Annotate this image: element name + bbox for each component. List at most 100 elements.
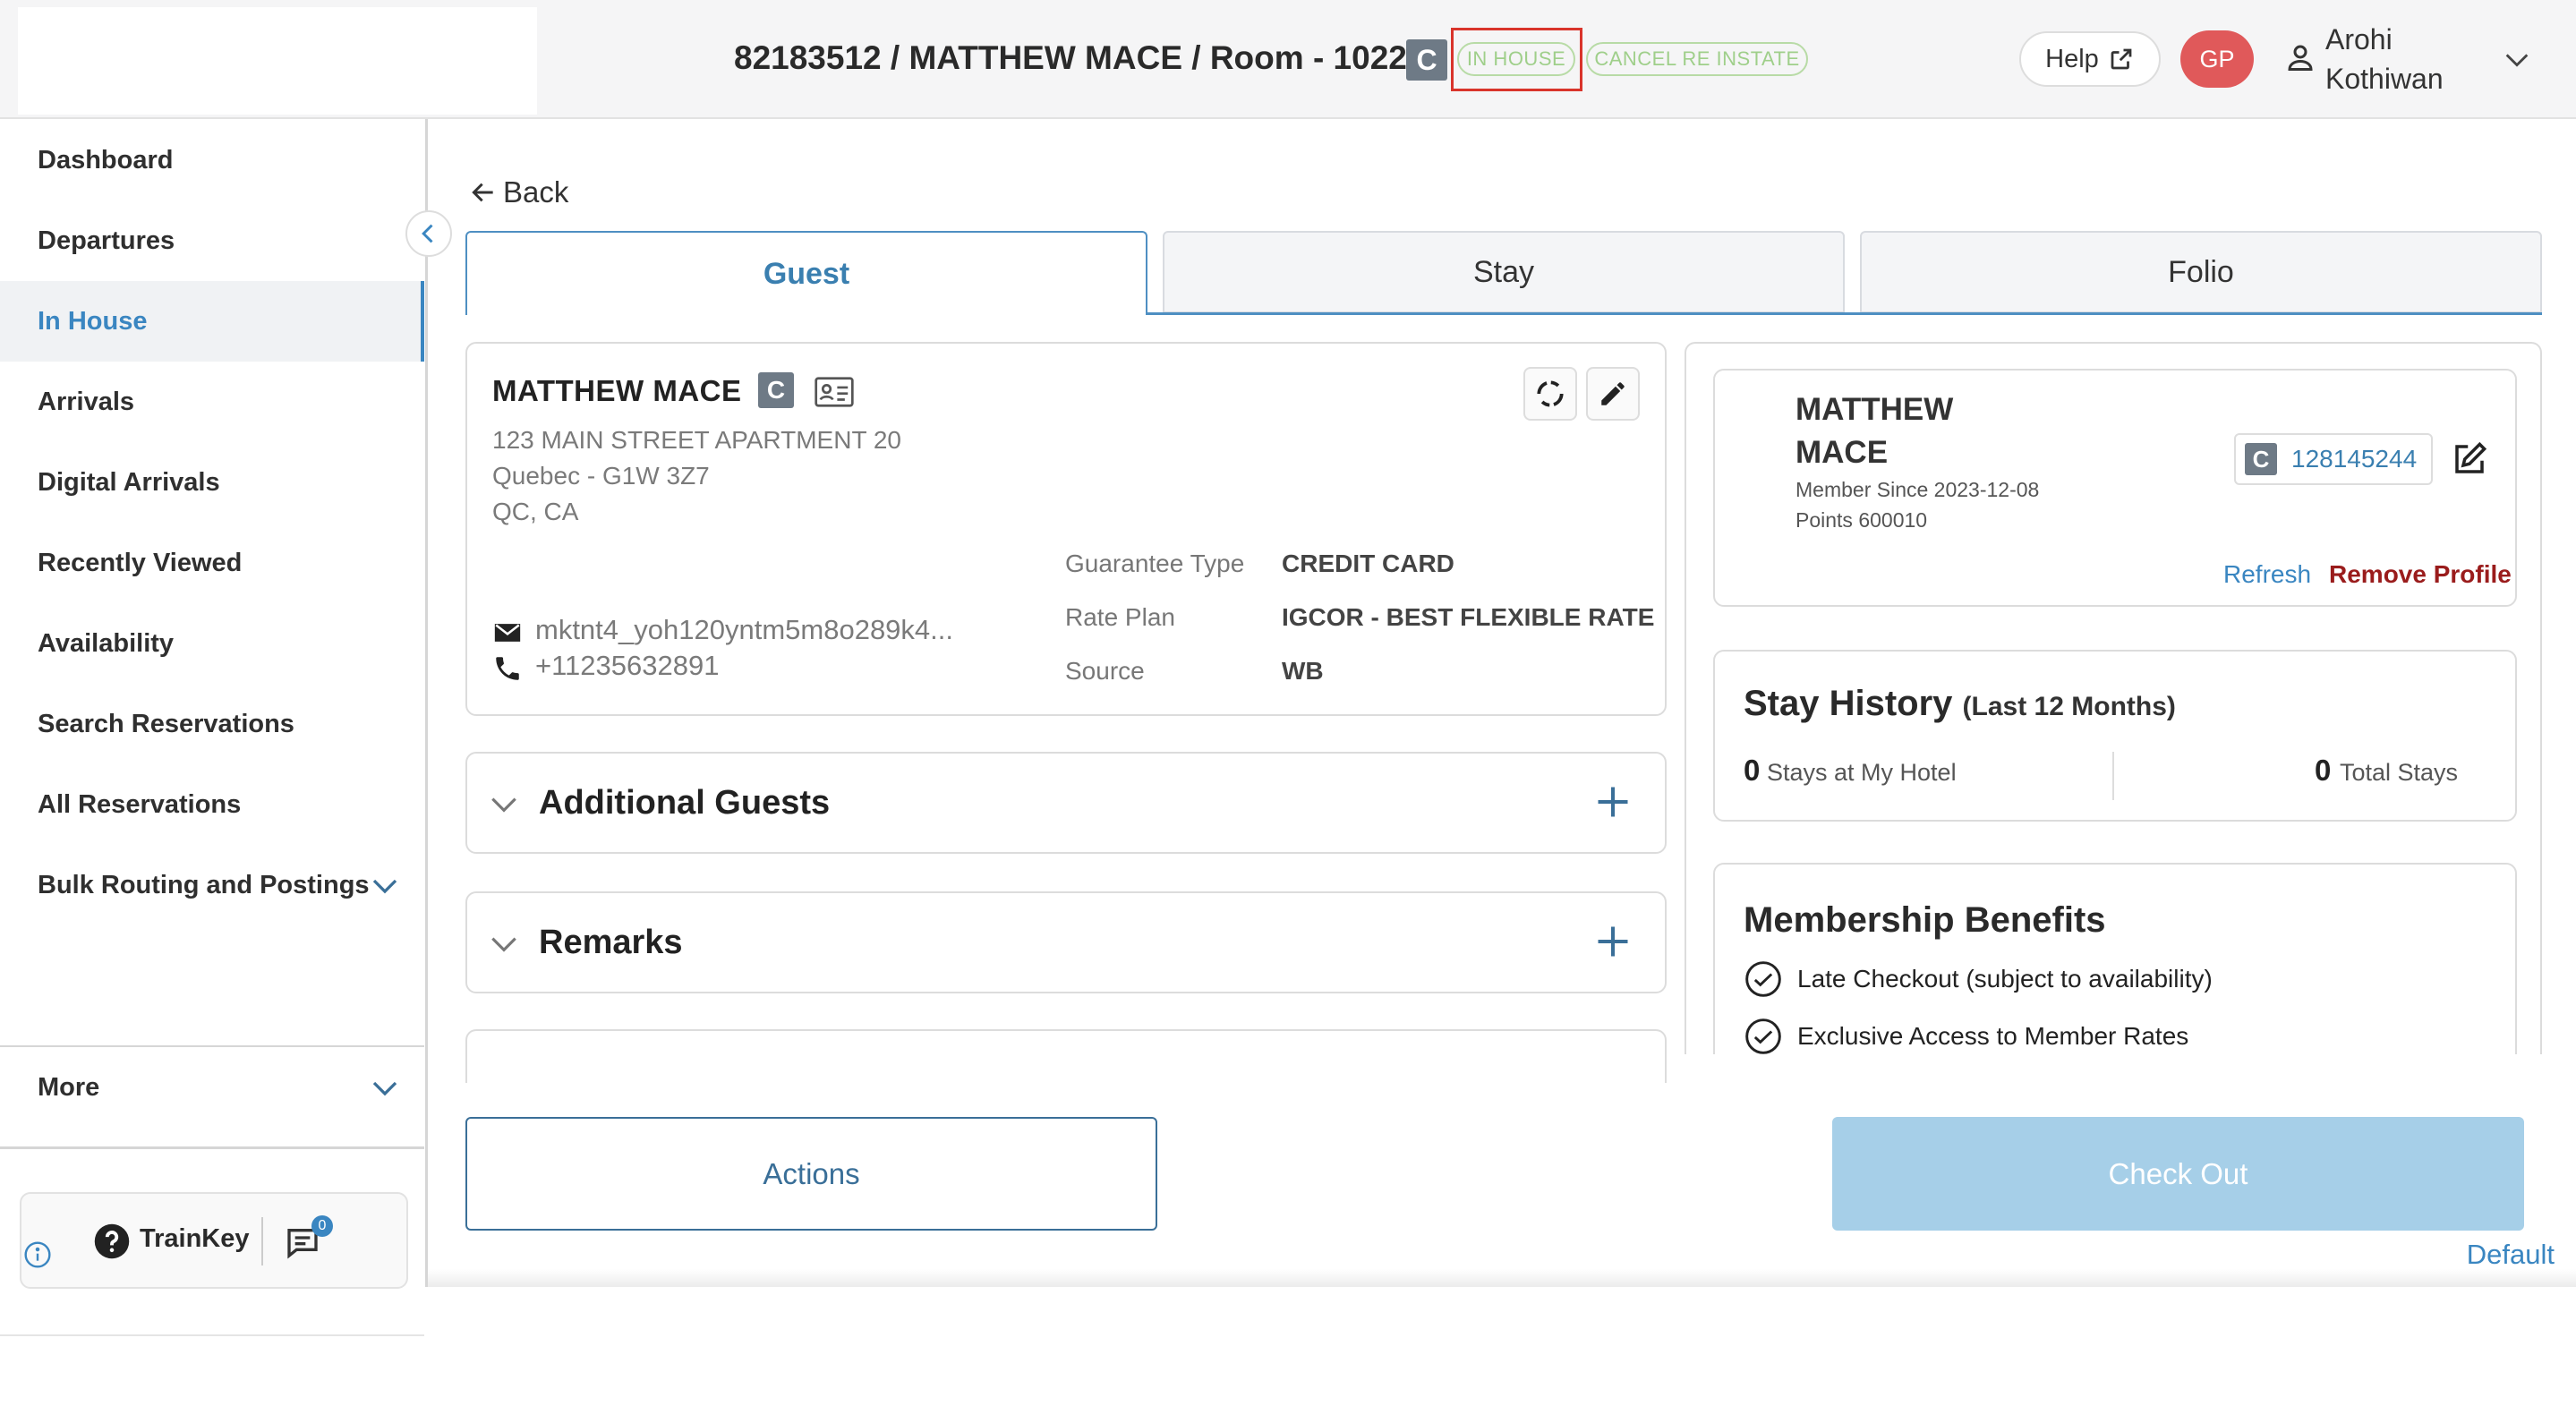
member-number[interactable]: 128145244 [2291, 445, 2417, 473]
benefits-title: Membership Benefits [1744, 900, 2106, 940]
remarks-accordion[interactable]: Remarks [465, 891, 1667, 993]
sidebar-item-arrivals[interactable]: Arrivals [0, 362, 424, 442]
membership-benefits-card: Membership Benefits Late Checkout (subje… [1713, 863, 2517, 1054]
message-count-badge: 0 [311, 1215, 333, 1237]
help-label: Help [2045, 44, 2099, 73]
profile-default-link[interactable]: Default [2467, 1239, 2555, 1271]
tab-guest[interactable]: Guest [465, 231, 1147, 315]
sidebar-item-label: Departures [38, 226, 175, 255]
member-points: Points 600010 [1796, 508, 1928, 532]
address-line: QC, CA [492, 498, 579, 525]
stay-history-title: Stay History (Last 12 Months) [1744, 684, 2176, 724]
id-card-icon[interactable] [815, 376, 854, 408]
tab-underline [1146, 312, 2542, 315]
benefit-item: Exclusive Access to Member Rates [1797, 1022, 2189, 1050]
detail-label: Rate Plan [1065, 603, 1175, 631]
check-circle-icon [1745, 1018, 1781, 1054]
guest-email: mktnt4_yoh120yntm5m8o289k4... [535, 614, 953, 645]
collapse-sidebar-button[interactable] [405, 210, 452, 257]
sidebar-item-in-house[interactable]: In House [0, 281, 424, 362]
stay-history-heading: Stay History [1744, 684, 1953, 723]
status-badge-in-house: IN HOUSE [1457, 42, 1575, 76]
additional-guests-accordion[interactable]: Additional Guests [465, 752, 1667, 854]
detail-value: IGCOR - BEST FLEXIBLE RATE [1282, 603, 1655, 631]
accordion-label: Remarks [539, 924, 683, 961]
sidebar-item-availability[interactable]: Availability [0, 603, 424, 684]
stay-history-card: Stay History (Last 12 Months) 0 Stays at… [1713, 650, 2517, 822]
trainkey-button[interactable]: TrainKey [140, 1224, 250, 1254]
sidebar-item-all-reservations[interactable]: All Reservations [0, 764, 424, 845]
chevron-left-icon [422, 224, 433, 243]
sidebar-item-label: Search Reservations [38, 709, 294, 738]
sidebar-footer [0, 1334, 424, 1406]
accordion-label: Additional Guests [539, 784, 831, 822]
total-stays-label: Total Stays [2340, 759, 2459, 786]
back-label: Back [503, 175, 569, 209]
sidebar-item-label: Availability [38, 628, 175, 658]
loyalty-brand-icon: C [2245, 443, 2277, 475]
status-badge-cancel-reinstate[interactable]: CANCEL RE INSTATE [1586, 42, 1808, 76]
guest-name: MATTHEW MACE [492, 374, 742, 407]
tab-stay[interactable]: Stay [1163, 231, 1845, 313]
divider [0, 1146, 424, 1149]
phone-icon [496, 657, 519, 680]
member-name: MATTHEW MACE [1796, 392, 1954, 470]
sidebar-item-dashboard[interactable]: Dashboard [0, 120, 424, 200]
check-out-button[interactable]: Check Out [1832, 1117, 2524, 1231]
plus-icon[interactable] [1593, 782, 1633, 822]
question-icon[interactable] [93, 1223, 131, 1260]
pencil-icon [1601, 382, 1625, 405]
reservation-title: 82183512 / MATTHEW MACE / Room - 1022 [734, 39, 1407, 76]
benefit-item: Late Checkout (subject to availability) [1797, 965, 2213, 993]
sidebar-item-label: Digital Arrivals [38, 467, 220, 497]
guest-profile-card: MATTHEW MACE C 123 MAIN STREET APARTMENT… [465, 342, 1667, 716]
check-circle-icon [1745, 961, 1781, 997]
detail-label: Source [1065, 657, 1145, 685]
sidebar-item-recently-viewed[interactable]: Recently Viewed [0, 523, 424, 603]
plus-icon[interactable] [1593, 922, 1633, 961]
user-icon [2288, 45, 2313, 71]
address-line: 123 MAIN STREET APARTMENT 20 [492, 426, 901, 454]
loyalty-panel: MATTHEW MACE Member Since 2023-12-08 Poi… [1685, 342, 2542, 1054]
stay-history-subtitle: (Last 12 Months) [1962, 692, 2176, 721]
membership-card: MATTHEW MACE Member Since 2023-12-08 Poi… [1713, 369, 2517, 607]
tab-folio[interactable]: Folio [1860, 231, 2542, 313]
tab-label: Stay [1472, 254, 1535, 289]
chevron-down-icon [372, 879, 397, 894]
actions-button[interactable]: Actions [465, 1117, 1157, 1231]
hotel-logo [18, 7, 537, 115]
sidebar-item-label: Arrivals [38, 387, 135, 416]
refresh-link[interactable]: Refresh [2223, 560, 2311, 589]
guest-phone: +11235632891 [535, 650, 720, 681]
member-number-box: C 128145244 [2234, 433, 2433, 485]
top-header: 82183512 / MATTHEW MACE / Room - 1022 C … [0, 0, 2576, 119]
sync-button[interactable] [1523, 367, 1577, 421]
sidebar-item-label: All Reservations [38, 789, 242, 819]
sidebar-item-label: Dashboard [38, 145, 174, 175]
edit-guest-button[interactable] [1586, 367, 1640, 421]
edit-icon[interactable] [2451, 440, 2488, 478]
chevron-down-icon[interactable] [2502, 45, 2532, 75]
sidebar-item-search-reservations[interactable]: Search Reservations [0, 684, 424, 764]
sidebar-item-more[interactable]: More [0, 1047, 424, 1128]
mail-icon [494, 624, 521, 642]
partial-accordion [465, 1029, 1667, 1083]
bottom-shadow [428, 1269, 2576, 1287]
detail-value: WB [1282, 657, 1324, 685]
remove-profile-link[interactable]: Remove Profile [2329, 560, 2512, 589]
sidebar-item-departures[interactable]: Departures [0, 200, 424, 281]
sidebar-item-digital-arrivals[interactable]: Digital Arrivals [0, 442, 424, 523]
chevron-down-icon [491, 797, 516, 813]
user-name[interactable]: Arohi Kothiwan [2325, 20, 2451, 98]
info-icon[interactable] [23, 1240, 52, 1269]
chevron-down-icon [491, 937, 516, 952]
stays-at-hotel-count: 0 [1744, 754, 1761, 787]
detail-value: CREDIT CARD [1282, 550, 1454, 577]
back-button[interactable]: Back [469, 175, 568, 209]
sidebar-item-bulk-routing[interactable]: Bulk Routing and Postings [0, 845, 424, 925]
tab-label: Guest [763, 256, 850, 291]
member-since: Member Since 2023-12-08 [1796, 478, 2040, 501]
address-line: Quebec - G1W 3Z7 [492, 462, 710, 490]
avatar[interactable]: GP [2180, 30, 2254, 88]
help-button[interactable]: Help [2019, 31, 2161, 87]
